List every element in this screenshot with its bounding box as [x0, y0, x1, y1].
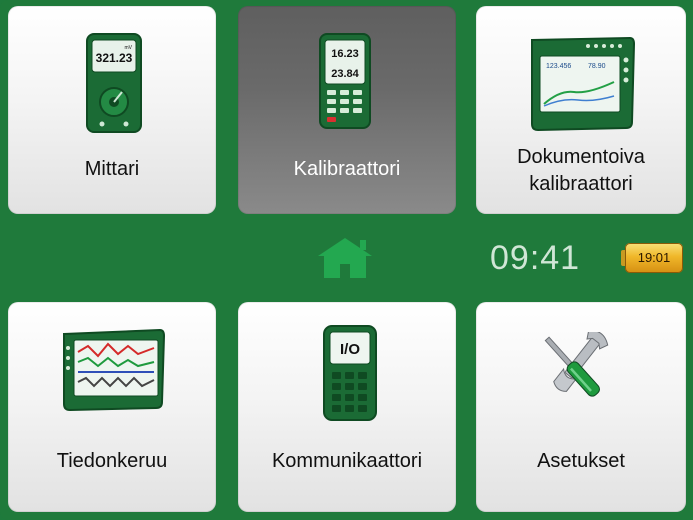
- tile-tiedonkeruu[interactable]: Tiedonkeruu: [8, 302, 216, 512]
- tile-kalibraattori[interactable]: 16.23 23.84 Kalibraattori: [238, 6, 456, 214]
- calibrator-display-bottom: 23.84: [331, 68, 359, 80]
- communicator-display: I/O: [340, 341, 360, 358]
- doc-cal-display-left: 123.456: [546, 63, 571, 70]
- communicator-icon: I/O: [323, 325, 377, 421]
- home-icon[interactable]: [316, 236, 374, 280]
- calibrator-icon: 16.23 23.84: [319, 33, 371, 129]
- tile-label-tiedonkeruu: Tiedonkeruu: [56, 450, 168, 472]
- tile-label-kalibraattori-2: kalibraattori: [529, 173, 633, 195]
- battery-time: 19:01: [637, 250, 671, 265]
- tile-mittari[interactable]: 321.23 mV Mittari: [8, 6, 216, 214]
- tile-asetukset[interactable]: Asetukset: [476, 302, 686, 512]
- tile-label-kommunikaattori: Kommunikaattori: [271, 450, 423, 472]
- tile-dokumentoiva-kalibraattori[interactable]: 123.456 78.90 Dokumentoiva kalibraattori: [476, 6, 686, 214]
- multimeter-icon: 321.23 mV: [86, 33, 142, 133]
- tile-label-kalibraattori: Kalibraattori: [293, 158, 401, 180]
- calibrator-display-top: 16.23: [331, 48, 359, 60]
- tile-kommunikaattori[interactable]: I/O Kommunikaattori: [238, 302, 456, 512]
- meter-display-value: 321.23: [96, 51, 133, 65]
- wrench-screwdriver-icon: [544, 332, 609, 397]
- tile-label-mittari: Mittari: [84, 158, 140, 180]
- clock: 09:41: [490, 239, 581, 277]
- battery-indicator: 19:01: [621, 243, 685, 273]
- documenting-calibrator-icon: 123.456 78.90: [531, 36, 636, 132]
- doc-cal-display-right: 78.90: [588, 63, 606, 70]
- data-logger-icon: [63, 328, 166, 412]
- tile-label-asetukset: Asetukset: [537, 450, 625, 472]
- tile-label-dokumentoiva: Dokumentoiva: [517, 146, 645, 168]
- meter-display-unit: mV: [125, 45, 133, 51]
